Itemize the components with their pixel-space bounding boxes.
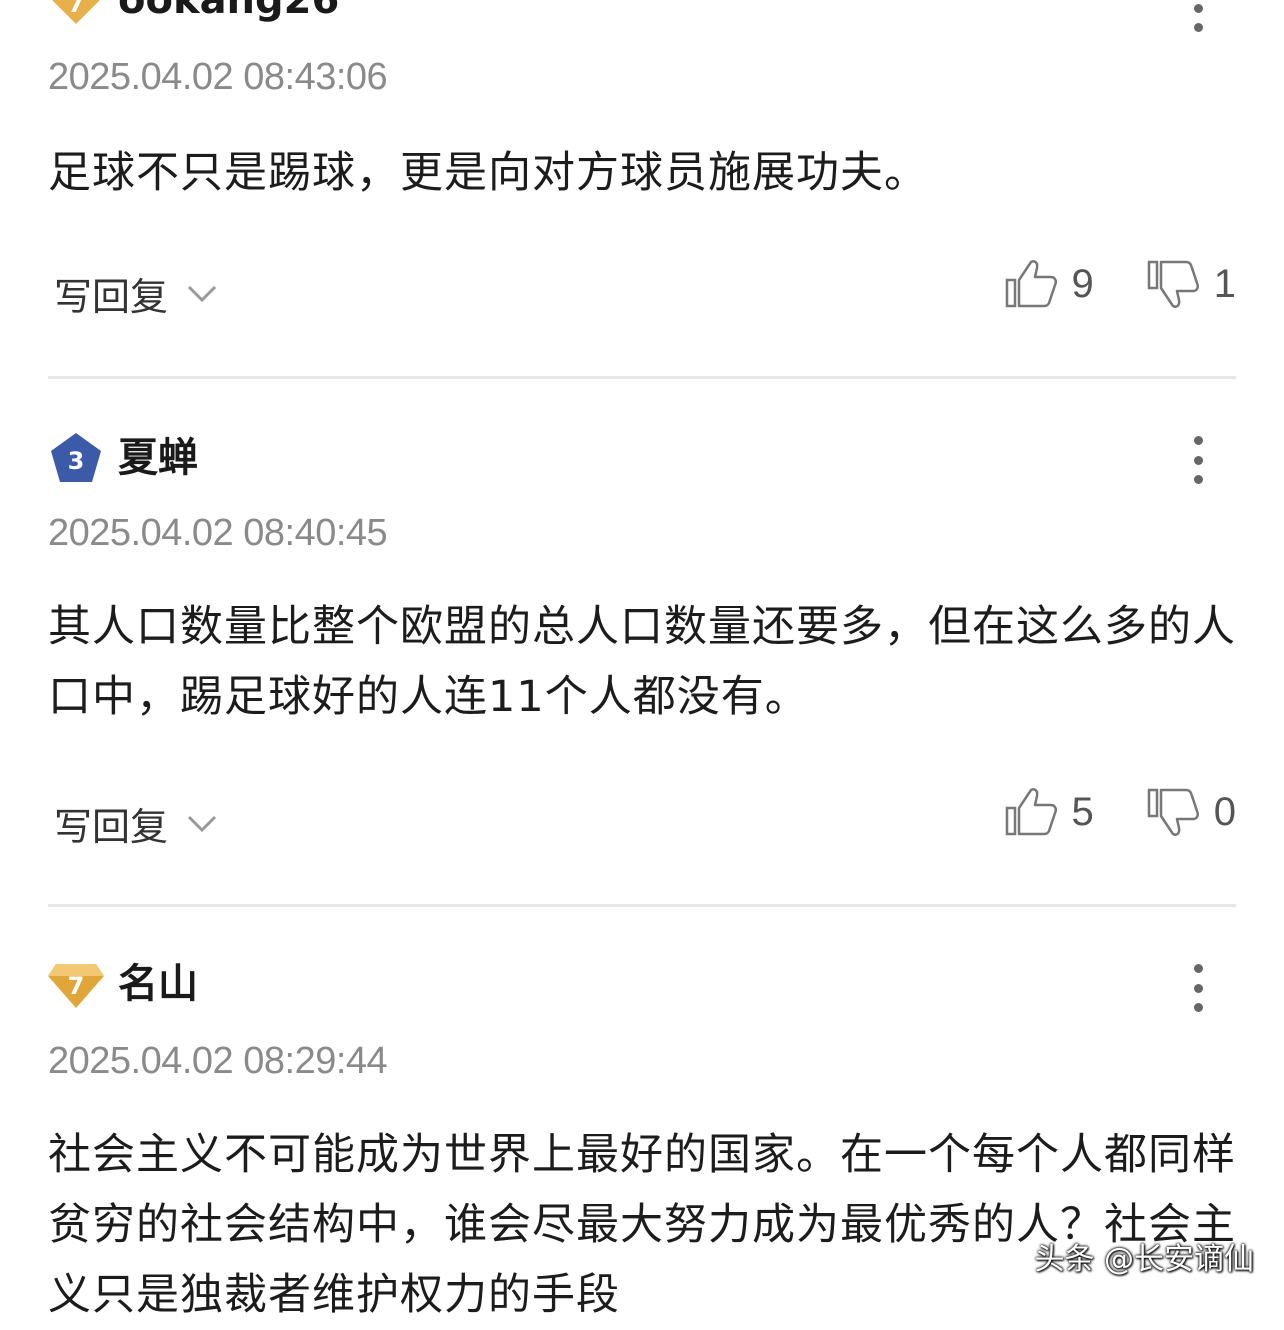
like-button[interactable]: 9 — [1004, 258, 1094, 310]
comment-header: 7 ookang26 — [48, 0, 339, 28]
username[interactable]: ookang26 — [118, 0, 339, 28]
svg-text:3: 3 — [68, 447, 85, 475]
dislike-button[interactable]: 1 — [1146, 258, 1236, 310]
comment-timestamp: 2025.04.02 08:29:44 — [48, 1040, 388, 1082]
dislike-count: 1 — [1213, 261, 1236, 306]
vote-group: 5 0 — [1004, 786, 1236, 838]
comment-timestamp: 2025.04.02 08:40:45 — [48, 512, 388, 554]
level-badge-blue: 3 — [48, 430, 104, 486]
thumbs-down-icon — [1147, 260, 1199, 308]
chevron-down-icon — [187, 815, 217, 832]
comment-text: 其人口数量比整个欧盟的总人口数量还要多，但在这么多的人口中，踢足球好的人连11个… — [48, 602, 1236, 722]
username[interactable]: 名山 — [118, 956, 198, 1012]
comment-timestamp: 2025.04.02 08:43:06 — [48, 56, 388, 98]
diamond-badge-icon: 7 — [52, 0, 100, 24]
comment-divider — [48, 904, 1236, 907]
dislike-count: 0 — [1213, 789, 1236, 834]
comment-header: 7 名山 — [48, 956, 198, 1012]
thumbs-up-icon — [1005, 260, 1057, 308]
reply-button[interactable]: 写回复 — [54, 796, 218, 851]
like-count: 9 — [1071, 261, 1094, 306]
username[interactable]: 夏蝉 — [118, 430, 198, 486]
more-options-icon[interactable] — [1184, 0, 1212, 32]
chevron-down-icon — [187, 285, 217, 302]
level-badge-gold: 7 — [48, 956, 104, 1012]
comment-text: 足球不只是踢球，更是向对方球员施展功夫。 — [48, 148, 928, 198]
thumbs-down-icon — [1147, 788, 1199, 836]
more-options-icon[interactable] — [1184, 964, 1212, 1012]
more-options-icon[interactable] — [1184, 436, 1212, 484]
vote-group: 9 1 — [1004, 258, 1236, 310]
dislike-button[interactable]: 0 — [1146, 786, 1236, 838]
comment-divider — [48, 376, 1236, 379]
diamond-badge-icon: 7 — [48, 964, 104, 1008]
like-count: 5 — [1071, 789, 1094, 834]
pentagon-badge-icon: 3 — [51, 433, 101, 482]
watermark: 头条 @长安谪仙 — [1034, 1242, 1254, 1277]
reply-label: 写回复 — [54, 805, 169, 849]
svg-text:7: 7 — [68, 972, 85, 1000]
comment-text: 社会主义不可能成为世界上最好的国家。在一个每个人都同样贫穷的社会结构中，谁会尽最… — [48, 1130, 1236, 1320]
reply-label: 写回复 — [54, 275, 169, 319]
like-button[interactable]: 5 — [1004, 786, 1094, 838]
comment-header: 3 夏蝉 — [48, 430, 198, 486]
svg-text:7: 7 — [68, 0, 85, 18]
thumbs-up-icon — [1005, 788, 1057, 836]
level-badge-gold: 7 — [48, 0, 104, 28]
reply-button[interactable]: 写回复 — [54, 266, 218, 321]
